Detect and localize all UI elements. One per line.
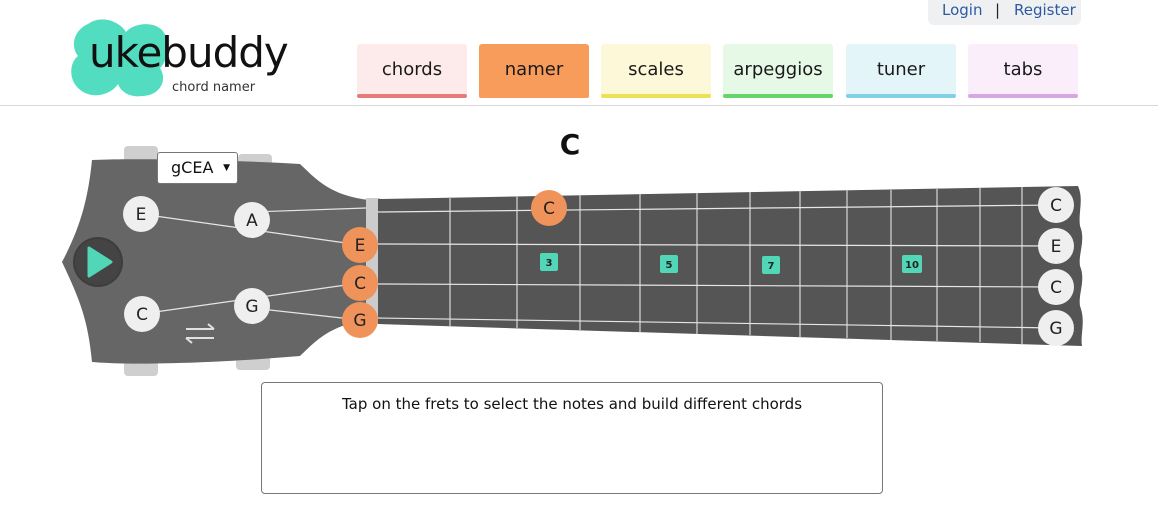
logo-subtitle: chord namer	[172, 80, 256, 95]
login-link[interactable]: Login	[942, 1, 982, 19]
open-string-label: C	[1050, 278, 1062, 298]
fret-marker-label: 5	[666, 260, 673, 271]
tab-label: arpeggios	[733, 59, 823, 80]
fretboard	[378, 186, 1083, 346]
open-string-g[interactable]: G	[1038, 310, 1074, 346]
open-string-label: G	[1049, 319, 1062, 339]
tab-label: scales	[628, 59, 684, 80]
nut-note-label: G	[353, 311, 366, 331]
nut-note-g[interactable]: G	[342, 302, 378, 338]
dropdown-arrow-icon: ▼	[223, 163, 230, 173]
logo-uke: uke	[89, 28, 162, 77]
tab-tabs[interactable]: tabs	[968, 44, 1078, 98]
open-string-label: E	[1051, 237, 1062, 257]
nut-note-label: E	[355, 236, 366, 256]
tab-label: namer	[504, 59, 564, 80]
auth-separator: |	[995, 1, 1001, 19]
tab-scales[interactable]: scales	[601, 44, 711, 98]
peg-note-label: A	[246, 211, 258, 231]
register-link[interactable]: Register	[1014, 1, 1076, 19]
info-message-box: Tap on the frets to select the notes and…	[261, 382, 883, 494]
open-string-e[interactable]: E	[1038, 228, 1074, 264]
peg-note-label: C	[136, 305, 148, 325]
peg-note-label: E	[136, 205, 147, 225]
auth-bar: Login | Register	[928, 0, 1081, 25]
open-string-c-1[interactable]: C	[1038, 187, 1074, 223]
tuning-value: gCEA	[171, 158, 214, 177]
fret-marker-label: 3	[546, 258, 553, 269]
open-string-label: C	[1050, 196, 1062, 216]
peg-note-c[interactable]: C	[124, 296, 160, 332]
nut-note-label: C	[354, 274, 366, 294]
peg-note-g[interactable]: G	[234, 288, 270, 324]
tab-chords[interactable]: chords	[357, 44, 467, 98]
ukulele-neck: 3 5 7 10 E A C G E C G C C E C G	[62, 146, 1083, 376]
tab-tuner[interactable]: tuner	[846, 44, 956, 98]
info-message: Tap on the frets to select the notes and…	[341, 395, 803, 413]
peg-note-e[interactable]: E	[123, 196, 159, 232]
tuning-select[interactable]: gCEA ▼	[157, 152, 238, 184]
play-button[interactable]	[73, 237, 123, 287]
tab-namer[interactable]: namer	[479, 44, 589, 98]
peg-note-a[interactable]: A	[234, 202, 270, 238]
tab-label: tuner	[876, 59, 926, 80]
tab-arpeggios[interactable]: arpeggios	[723, 44, 833, 98]
logo-buddy: buddy	[161, 28, 288, 77]
fret-marker-label: 10	[905, 260, 919, 271]
nut-note-c[interactable]: C	[342, 265, 378, 301]
tab-label: chords	[381, 59, 443, 80]
tab-label: tabs	[1003, 59, 1043, 80]
open-string-c-2[interactable]: C	[1038, 269, 1074, 305]
selected-fret-note-label: C	[543, 199, 555, 219]
logo[interactable]: ukebuddy	[89, 32, 289, 74]
peg-note-label: G	[245, 297, 258, 317]
nut-note-e[interactable]: E	[342, 227, 378, 263]
selected-fret-note[interactable]: C	[531, 190, 567, 226]
fret-marker-label: 7	[768, 261, 775, 272]
